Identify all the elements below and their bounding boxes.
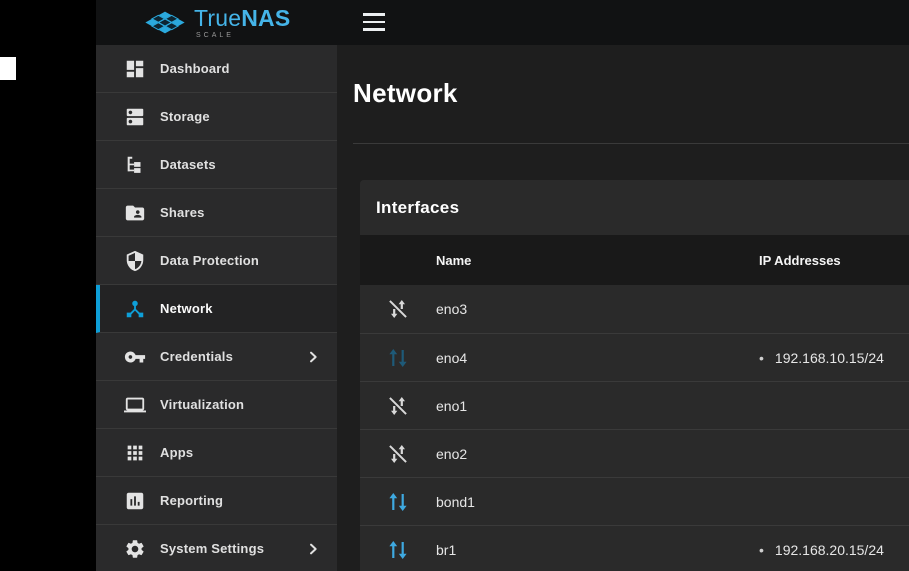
table-header-row: Name IP Addresses [360, 235, 909, 285]
network-hub-icon [124, 298, 146, 320]
hamburger-icon [363, 13, 385, 16]
sidebar-item-label: Storage [160, 109, 210, 124]
truenas-logo-text: TrueNAS SCALE [194, 7, 290, 39]
bar-chart-icon [124, 490, 146, 512]
sidebar-item-reporting[interactable]: Reporting [96, 477, 337, 525]
table-row-bond1[interactable]: bond1 [360, 477, 909, 525]
sidebar-item-storage[interactable]: Storage [96, 93, 337, 141]
interface-name: eno2 [436, 446, 755, 462]
shield-icon [124, 250, 146, 272]
sidebar-item-label: Network [160, 301, 213, 316]
sidenav-toggle-button[interactable] [363, 13, 385, 31]
table-row-eno2[interactable]: eno2 [360, 429, 909, 477]
sidebar-item-system-settings[interactable]: System Settings [96, 525, 337, 571]
table-row-eno1[interactable]: eno1 [360, 381, 909, 429]
truenas-window: TrueNAS SCALE Dashboard Storage [96, 0, 909, 571]
chevron-right-icon [305, 541, 321, 557]
apps-grid-icon [124, 442, 146, 464]
interface-disconnected-icon [386, 394, 410, 418]
interface-name: br1 [436, 542, 755, 558]
table-row-eno3[interactable]: eno3 [360, 285, 909, 333]
sidebar-item-label: Datasets [160, 157, 216, 172]
interface-name: eno4 [436, 350, 755, 366]
interface-name: eno3 [436, 301, 755, 317]
gear-icon [124, 538, 146, 560]
interface-disconnected-icon [386, 297, 410, 321]
brand-primary: True [194, 5, 241, 31]
interface-name: bond1 [436, 494, 755, 510]
brand-subtitle: SCALE [194, 32, 290, 39]
list-bullet: • [759, 350, 764, 366]
sidebar-item-label: Apps [160, 445, 193, 460]
sidebar-item-network[interactable]: Network [96, 285, 337, 333]
sidebar-item-label: Reporting [160, 493, 223, 508]
sidebar-item-shares[interactable]: Shares [96, 189, 337, 237]
sidebar-item-label: Data Protection [160, 253, 259, 268]
ip-address: 192.168.10.15/24 [775, 350, 884, 366]
card-title: Interfaces [376, 198, 459, 218]
desktop-artifact [0, 57, 16, 80]
table-row-br1[interactable]: br1 • 192.168.20.15/24 [360, 525, 909, 571]
interfaces-card: Interfaces Name IP Addresses [360, 180, 909, 571]
interface-up-icon [386, 538, 410, 562]
sidebar-item-datasets[interactable]: Datasets [96, 141, 337, 189]
sidebar-item-label: Dashboard [160, 61, 230, 76]
page-title: Network [337, 45, 909, 108]
key-icon [124, 346, 146, 368]
column-header-ip-addresses: IP Addresses [755, 253, 909, 268]
interface-name: eno1 [436, 398, 755, 414]
storage-disks-icon [124, 106, 146, 128]
ip-address: 192.168.20.15/24 [775, 542, 884, 558]
column-header-name: Name [436, 253, 755, 268]
sidebar: Dashboard Storage Datasets [96, 45, 337, 571]
title-divider [353, 143, 909, 144]
chevron-right-icon [305, 349, 321, 365]
table-row-eno4[interactable]: eno4 • 192.168.10.15/24 [360, 333, 909, 381]
interface-disconnected-icon [386, 442, 410, 466]
desktop-background [0, 0, 96, 571]
sidebar-item-label: System Settings [160, 541, 264, 556]
laptop-icon [124, 394, 146, 416]
brand-secondary: NAS [241, 5, 290, 31]
sidebar-item-label: Shares [160, 205, 205, 220]
truenas-logo[interactable]: TrueNAS SCALE [143, 7, 290, 39]
sidebar-item-label: Credentials [160, 349, 233, 364]
topbar: TrueNAS SCALE [96, 0, 909, 45]
dataset-tree-icon [124, 154, 146, 176]
folder-shared-icon [124, 202, 146, 224]
interface-up-icon [386, 490, 410, 514]
sidebar-item-label: Virtualization [160, 397, 244, 412]
interfaces-card-header: Interfaces [360, 180, 909, 235]
sidebar-item-virtualization[interactable]: Virtualization [96, 381, 337, 429]
sidebar-item-apps[interactable]: Apps [96, 429, 337, 477]
truenas-logo-icon [143, 9, 187, 36]
interface-up-icon [386, 346, 410, 370]
sidebar-item-credentials[interactable]: Credentials [96, 333, 337, 381]
sidebar-item-dashboard[interactable]: Dashboard [96, 45, 337, 93]
sidebar-item-data-protection[interactable]: Data Protection [96, 237, 337, 285]
main-content: Network Interfaces Name IP Addresses [337, 45, 909, 571]
list-bullet: • [759, 542, 764, 558]
dashboard-icon [124, 58, 146, 80]
